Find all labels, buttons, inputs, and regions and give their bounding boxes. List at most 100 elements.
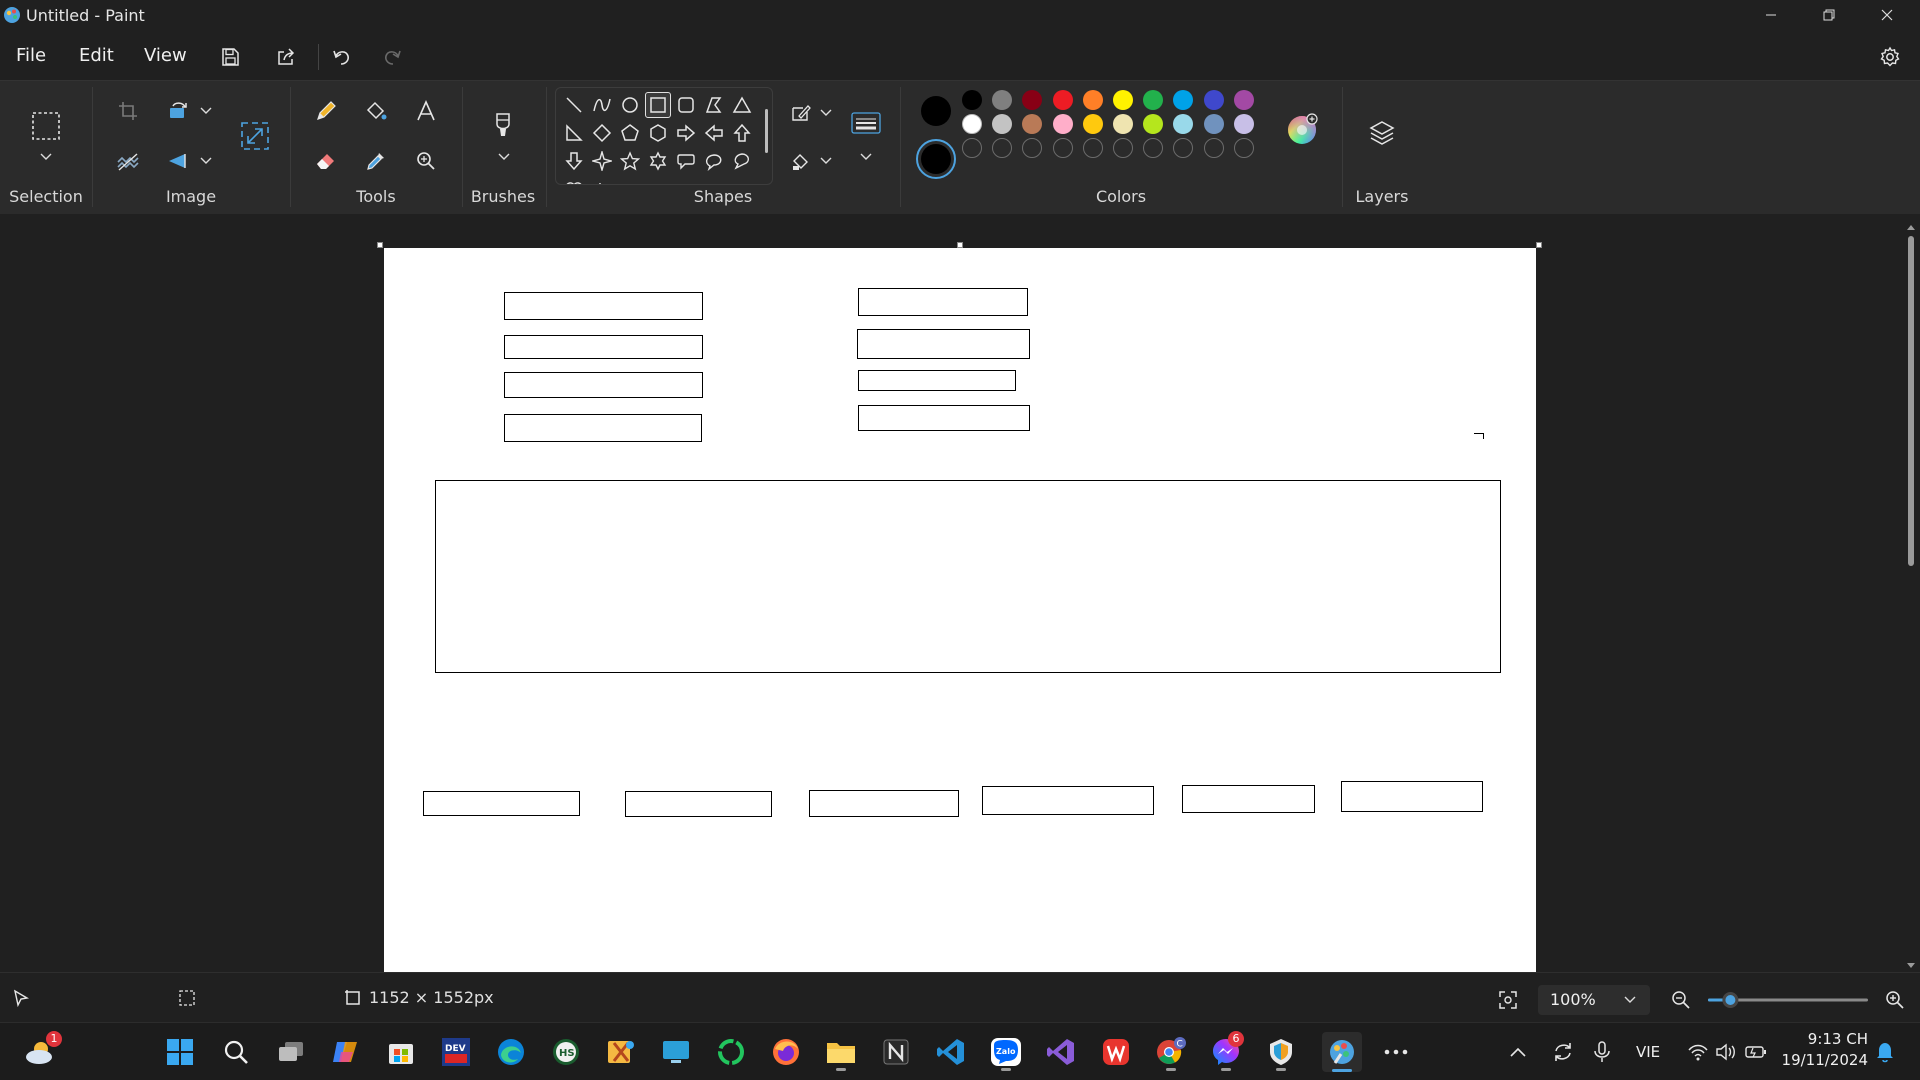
fit-to-window-button[interactable] [1494, 986, 1522, 1014]
custom-color-slot[interactable] [1173, 138, 1194, 158]
flip-button[interactable] [160, 143, 196, 179]
minimize-button[interactable] [1742, 0, 1800, 30]
color-swatch[interactable] [1113, 90, 1133, 110]
shape-right-triangle[interactable] [561, 120, 587, 146]
tray-battery[interactable] [1742, 1032, 1770, 1072]
shape-rect-callout[interactable] [673, 148, 699, 174]
color-swatch[interactable] [1173, 90, 1194, 110]
shape-four-point-star[interactable] [589, 148, 615, 174]
redo-button[interactable] [372, 40, 412, 74]
color-swatch[interactable] [1082, 114, 1103, 134]
edit-colors-button[interactable] [1282, 109, 1322, 149]
shape-down-arrow[interactable] [561, 148, 587, 174]
taskbar-shield-app[interactable] [1261, 1032, 1301, 1072]
color-swatch[interactable] [1143, 114, 1164, 134]
color-swatch[interactable] [1082, 90, 1103, 110]
tray-sync[interactable] [1548, 1032, 1578, 1072]
taskbar-vscode[interactable] [931, 1032, 971, 1072]
line-size-button[interactable] [846, 105, 886, 141]
shape-up-arrow[interactable] [729, 120, 755, 146]
color-swatch[interactable] [1203, 114, 1224, 134]
brushes-button[interactable] [484, 105, 522, 145]
taskbar-snipping-tool[interactable] [601, 1032, 641, 1072]
rotate-dropdown[interactable] [196, 93, 216, 129]
crop-button[interactable] [110, 93, 146, 129]
shape-cloud-callout[interactable] [729, 148, 755, 174]
color-swatch[interactable] [1052, 114, 1073, 134]
remove-background-button[interactable] [110, 143, 146, 179]
taskbar-chrome[interactable]: C [1151, 1032, 1191, 1072]
shape-polygon[interactable] [701, 92, 727, 118]
line-size-dropdown[interactable] [856, 147, 876, 167]
custom-color-slot[interactable] [1233, 138, 1254, 158]
primary-color-swatch[interactable] [921, 96, 951, 126]
taskbar-zalo[interactable]: Zalo [986, 1032, 1026, 1072]
shape-left-arrow[interactable] [701, 120, 727, 146]
taskbar-green-app[interactable] [711, 1032, 751, 1072]
color-swatch[interactable] [1173, 114, 1194, 134]
taskbar-store[interactable] [381, 1032, 421, 1072]
taskbar-start[interactable] [160, 1032, 200, 1072]
custom-color-slot[interactable] [1052, 138, 1073, 158]
restore-button[interactable] [1800, 0, 1858, 30]
color-swatch[interactable] [1233, 90, 1254, 110]
custom-color-slot[interactable] [992, 138, 1013, 158]
color-swatch[interactable] [1052, 90, 1073, 110]
close-button[interactable] [1858, 0, 1916, 30]
language-indicator[interactable]: VIE [1636, 1043, 1660, 1061]
magnifier-tool[interactable] [408, 143, 444, 179]
taskbar-search[interactable] [216, 1032, 256, 1072]
shape-triangle[interactable] [729, 92, 755, 118]
taskbar-paint[interactable] [1322, 1032, 1362, 1072]
color-swatch[interactable] [1022, 90, 1043, 110]
color-swatch[interactable] [1203, 90, 1224, 110]
menu-file[interactable]: File [16, 45, 46, 66]
color-swatch[interactable] [1022, 114, 1043, 134]
shape-right-arrow[interactable] [673, 120, 699, 146]
shape-rectangle[interactable] [645, 92, 671, 118]
layers-button[interactable] [1364, 115, 1400, 151]
taskbar-remote-desktop[interactable] [656, 1032, 696, 1072]
shape-fill-dropdown[interactable] [816, 143, 836, 179]
color-swatch[interactable] [1143, 90, 1164, 110]
share-button[interactable] [266, 40, 306, 74]
taskbar-more-apps[interactable] [1376, 1032, 1416, 1072]
drawing-canvas[interactable] [384, 248, 1536, 972]
taskbar-firefox[interactable] [766, 1032, 806, 1072]
resize-handle-top-right[interactable] [1536, 242, 1542, 248]
flip-dropdown[interactable] [196, 143, 216, 179]
rotate-button[interactable] [160, 93, 196, 129]
tray-microphone[interactable] [1588, 1032, 1616, 1072]
save-button[interactable] [210, 40, 250, 74]
shape-heart[interactable] [561, 176, 587, 184]
shape-oval[interactable] [617, 92, 643, 118]
resize-button[interactable] [236, 117, 274, 155]
taskbar-dev-cpp[interactable]: DEV [436, 1032, 476, 1072]
menu-view[interactable]: View [144, 45, 187, 66]
custom-color-slot[interactable] [962, 138, 982, 158]
fill-tool[interactable] [358, 93, 394, 129]
menu-edit[interactable]: Edit [79, 45, 114, 66]
custom-color-slot[interactable] [1022, 138, 1043, 158]
zoom-select[interactable]: 100% [1538, 985, 1650, 1015]
vertical-scrollbar[interactable] [1906, 222, 1916, 972]
shape-curve[interactable] [589, 92, 615, 118]
color-swatch[interactable] [1113, 114, 1133, 134]
shape-diamond[interactable] [589, 120, 615, 146]
taskbar-copilot[interactable] [326, 1032, 366, 1072]
clock[interactable]: 9:13 CH 19/11/2024 [1782, 1029, 1868, 1071]
shapes-scrollbar[interactable] [765, 109, 768, 153]
shape-outline-button[interactable] [786, 95, 816, 131]
color-swatch[interactable] [962, 114, 982, 134]
color-picker-tool[interactable] [358, 143, 394, 179]
custom-color-slot[interactable] [1082, 138, 1103, 158]
zoom-slider[interactable] [1706, 987, 1870, 1013]
taskbar-visual-studio[interactable] [1041, 1032, 1081, 1072]
text-tool[interactable] [408, 93, 444, 129]
custom-color-slot[interactable] [1203, 138, 1224, 158]
taskbar-file-explorer[interactable] [821, 1032, 861, 1072]
shape-five-point-star[interactable] [617, 148, 643, 174]
taskbar-wps-office[interactable] [1096, 1032, 1136, 1072]
color-swatch[interactable] [962, 90, 982, 110]
settings-button[interactable] [1870, 40, 1910, 74]
